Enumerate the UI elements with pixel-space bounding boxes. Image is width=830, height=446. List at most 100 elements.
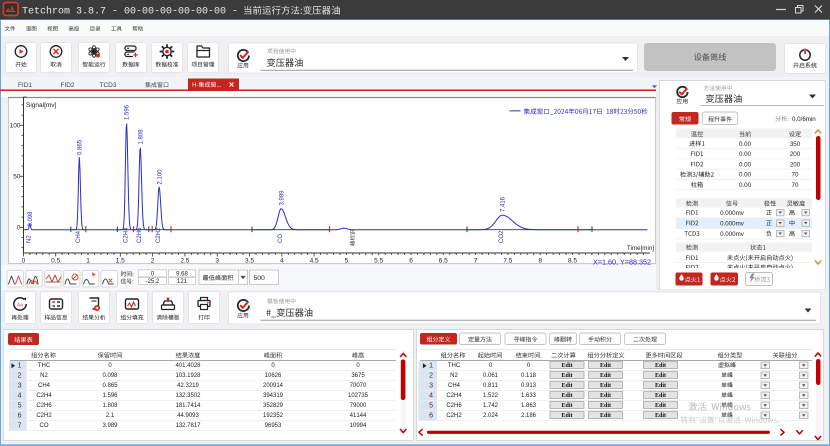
- svg-text:2: 2: [429, 372, 433, 379]
- svg-text:102735: 102735: [348, 393, 369, 399]
- svg-text:N2: N2: [40, 373, 48, 379]
- svg-text:200: 200: [790, 151, 801, 158]
- svg-text:0: 0: [17, 225, 21, 232]
- svg-text:7.416: 7.416: [501, 196, 507, 212]
- svg-text:96953: 96953: [265, 423, 282, 429]
- svg-text:0.098: 0.098: [102, 373, 118, 379]
- svg-text:1.596: 1.596: [102, 393, 118, 399]
- svg-text:Edit: Edit: [561, 413, 572, 419]
- svg-text:394319: 394319: [263, 393, 284, 399]
- svg-text:Edit: Edit: [655, 383, 666, 389]
- svg-text:132.7817: 132.7817: [175, 423, 201, 429]
- svg-text:0.0/6min: 0.0/6min: [792, 116, 816, 123]
- svg-text:192352: 192352: [263, 413, 284, 419]
- svg-text:Edit: Edit: [600, 413, 611, 419]
- svg-text:THC: THC: [448, 363, 461, 369]
- svg-text:Edit: Edit: [655, 363, 666, 369]
- svg-text:C2H4: C2H4: [36, 393, 52, 399]
- svg-text:4: 4: [18, 392, 22, 399]
- svg-text:70070: 70070: [350, 383, 367, 389]
- svg-text:0.00: 0.00: [739, 172, 752, 179]
- svg-text:200: 200: [790, 161, 801, 168]
- svg-text:41144: 41144: [350, 413, 367, 419]
- svg-text:352829: 352829: [263, 403, 284, 409]
- svg-text:1.596: 1.596: [125, 104, 131, 120]
- svg-text:Edit: Edit: [600, 393, 611, 399]
- svg-text:181.7414: 181.7414: [175, 403, 201, 409]
- svg-text:Edit: Edit: [655, 403, 666, 409]
- svg-text:C2H2: C2H2: [446, 413, 462, 419]
- svg-text:Edit: Edit: [561, 373, 572, 379]
- svg-text:7.5: 7.5: [503, 257, 512, 264]
- svg-text:C2H4: C2H4: [123, 227, 129, 243]
- svg-text:Edit: Edit: [561, 393, 572, 399]
- svg-text:50: 50: [13, 174, 21, 181]
- svg-text:5.5: 5.5: [374, 257, 383, 264]
- svg-text:0.098: 0.098: [28, 211, 34, 227]
- svg-text:CH4: CH4: [448, 383, 461, 389]
- svg-text:Tetchrom 3.8.7 - 00-00-00-00-0: Tetchrom 3.8.7 - 00-00-00-00-00-00 -: [22, 6, 238, 18]
- svg-text:0.865: 0.865: [78, 139, 84, 155]
- svg-text:3: 3: [215, 257, 219, 264]
- svg-text:C2H6: C2H6: [446, 403, 462, 409]
- svg-text:70: 70: [792, 172, 799, 179]
- svg-text:0.00: 0.00: [739, 141, 752, 148]
- svg-text:0.5: 0.5: [51, 257, 60, 264]
- svg-text:0.811: 0.811: [483, 383, 499, 389]
- svg-text:6: 6: [18, 412, 22, 419]
- svg-text:-25.2: -25.2: [146, 279, 160, 285]
- svg-text:0.061: 0.061: [483, 373, 499, 379]
- svg-text:2.1: 2.1: [106, 413, 115, 419]
- svg-text:3: 3: [429, 382, 433, 389]
- svg-text:1.633: 1.633: [521, 393, 537, 399]
- svg-text:79000: 79000: [350, 403, 367, 409]
- svg-text:2: 2: [151, 257, 155, 264]
- svg-text:4.5: 4.5: [310, 257, 319, 264]
- svg-text:1.863: 1.863: [521, 403, 537, 409]
- svg-text:C2H6: C2H6: [36, 403, 52, 409]
- svg-text:121: 121: [177, 279, 188, 285]
- svg-text:2: 2: [18, 372, 22, 379]
- svg-text:C2H6: C2H6: [137, 227, 143, 243]
- svg-text:CO: CO: [40, 423, 49, 429]
- svg-text:6.5: 6.5: [439, 257, 448, 264]
- svg-text:132.3502: 132.3502: [175, 393, 201, 399]
- svg-text:1.522: 1.522: [483, 393, 499, 399]
- svg-text:5: 5: [18, 402, 22, 409]
- svg-text:1: 1: [86, 257, 90, 264]
- svg-text:0.000mv: 0.000mv: [720, 220, 745, 227]
- svg-text:3.5: 3.5: [245, 257, 254, 264]
- svg-text:6: 6: [409, 257, 413, 264]
- svg-text:10994: 10994: [350, 423, 367, 429]
- svg-text:1.808: 1.808: [102, 403, 118, 409]
- svg-text:2.186: 2.186: [521, 413, 537, 419]
- svg-text:10626: 10626: [265, 373, 282, 379]
- svg-text:42.3219: 42.3219: [177, 383, 199, 389]
- svg-text:Edit: Edit: [600, 403, 611, 409]
- svg-text:TCD3: TCD3: [100, 82, 117, 89]
- svg-text:3.989: 3.989: [102, 423, 118, 429]
- svg-text:0.118: 0.118: [521, 373, 537, 379]
- svg-text:1.808: 1.808: [138, 129, 144, 145]
- svg-text:0.000mv: 0.000mv: [720, 210, 745, 217]
- svg-text:CO2: CO2: [499, 230, 505, 243]
- svg-text:2.5: 2.5: [180, 257, 189, 264]
- svg-text:7: 7: [18, 422, 22, 429]
- svg-text:4: 4: [429, 392, 433, 399]
- svg-text:3.989: 3.989: [279, 190, 285, 206]
- svg-text:Edit: Edit: [561, 403, 572, 409]
- svg-text:Time[min]: Time[min]: [627, 245, 654, 252]
- svg-text:44.9093: 44.9093: [177, 413, 199, 419]
- svg-text:70: 70: [792, 182, 799, 189]
- svg-text:8.5: 8.5: [568, 257, 577, 264]
- svg-text:200914: 200914: [263, 383, 284, 389]
- svg-text:0.000mv: 0.000mv: [720, 231, 745, 238]
- svg-text:THC: THC: [38, 363, 51, 369]
- svg-text:103.1928: 103.1928: [175, 373, 201, 379]
- svg-text:Edit: Edit: [600, 363, 611, 369]
- svg-text:3675: 3675: [351, 373, 365, 379]
- svg-text:500: 500: [254, 275, 266, 282]
- svg-text:Edit: Edit: [561, 363, 572, 369]
- svg-text:401.4028: 401.4028: [175, 363, 201, 369]
- svg-text:1.5: 1.5: [116, 257, 125, 264]
